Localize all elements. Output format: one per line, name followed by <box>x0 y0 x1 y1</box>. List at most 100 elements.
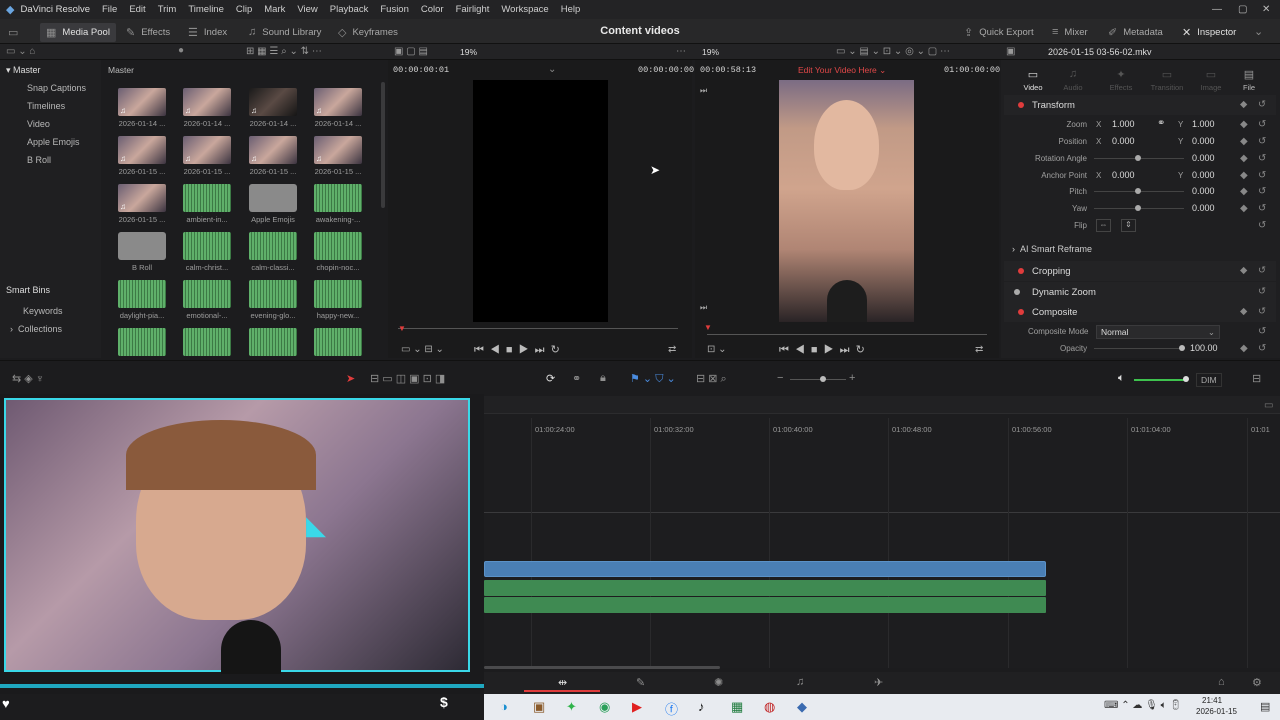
timeline-options-icon[interactable]: ▭ <box>1264 400 1273 411</box>
panel-toggle-icon[interactable]: ▭ <box>8 26 24 39</box>
keyframes-button[interactable]: ◇ Keyframes <box>338 26 398 39</box>
viewer-mode-icons[interactable]: ▣ ▢ ▤ <box>394 46 428 57</box>
file-tab-icon[interactable]: ▤ <box>1237 68 1261 81</box>
reset-icon[interactable]: ↺ <box>1258 153 1266 164</box>
source-zoom[interactable]: 19% <box>460 47 477 57</box>
media-pool-button[interactable]: ▦ Media Pool <box>40 23 116 42</box>
davinci-icon[interactable]: ◆ <box>797 699 807 715</box>
video-clip-thumbnail[interactable]: ♫ <box>314 88 362 116</box>
expand-icon[interactable]: ⌄ <box>1254 25 1269 38</box>
flip-vertical-icon[interactable]: ⇕ <box>1121 219 1136 232</box>
keyframe-icon[interactable]: ◆ <box>1240 119 1248 130</box>
dynamic-zoom-enable-dot[interactable] <box>1014 289 1020 295</box>
flip-horizontal-icon[interactable]: ⇔ <box>1096 219 1111 232</box>
menu-file[interactable]: File <box>102 4 117 15</box>
audio-clip-thumbnail[interactable] <box>314 184 362 212</box>
notification-icon[interactable]: ▤ <box>1260 700 1270 713</box>
mixer-button[interactable]: ≡ Mixer <box>1052 26 1088 38</box>
video-clip-thumbnail[interactable]: ♫ <box>183 88 231 116</box>
snapping-icon[interactable]: ⟳ <box>546 372 555 385</box>
smart-bin-keywords[interactable]: Keywords <box>23 306 63 316</box>
taskbar-app-2[interactable]: ▣ <box>533 699 545 715</box>
audio-clip-thumbnail[interactable] <box>314 280 362 308</box>
tab-audio[interactable]: Audio <box>1061 83 1085 92</box>
link-icon[interactable]: ⚭ <box>572 372 581 385</box>
sound-library-button[interactable]: ♫ Sound Library <box>248 26 321 38</box>
reset-icon[interactable]: ↺ <box>1258 203 1266 214</box>
edit-page-icon[interactable]: ⇹ <box>558 676 567 689</box>
source-dropdown-icon[interactable]: ⌄ <box>548 64 556 75</box>
obs-icon[interactable]: ◍ <box>764 699 775 715</box>
bin-snap-captions[interactable]: Snap Captions <box>27 83 86 93</box>
facebook-icon[interactable]: ⓕ <box>665 699 678 718</box>
dynamic-zoom-section[interactable]: Dynamic Zoom ↺ <box>1004 282 1276 302</box>
volume-knob[interactable] <box>1183 376 1189 382</box>
source-transport-controls[interactable]: ⏮ ◀ ■ ▶ ⏭ ↻ <box>474 343 560 357</box>
reset-icon[interactable]: ↺ <box>1258 136 1266 147</box>
taskbar-app-4[interactable]: ◉ <box>599 699 610 715</box>
index-button[interactable]: ☰ Index <box>188 26 227 39</box>
timeline-scrubber[interactable] <box>707 334 987 335</box>
zoom-icons[interactable]: ⊟ ⊠ ⌕ <box>696 372 727 386</box>
view-mode-icons[interactable]: ⊞ ▦ ☰ ⌕ ⌄ ⇅ ⋯ <box>246 46 322 57</box>
inspector-button[interactable]: ✕ Inspector <box>1182 26 1236 39</box>
source-loop-icon[interactable]: ⇄ <box>668 344 676 355</box>
menu-timeline[interactable]: Timeline <box>188 4 224 15</box>
opacity-keyframe-icon[interactable]: ◆ <box>1240 343 1248 354</box>
zoom-in-icon[interactable]: + <box>849 372 855 384</box>
dynamic-zoom-reset-icon[interactable]: ↺ <box>1258 286 1266 297</box>
maximize-icon[interactable]: ▢ <box>1238 4 1247 15</box>
menu-workspace[interactable]: Workspace <box>501 4 548 15</box>
edit-tools-icons[interactable]: ⊟ ▭ ◫ ▣ ⊡ ◨ <box>370 372 445 385</box>
timeline-loop-icon[interactable]: ⇄ <box>975 344 983 355</box>
bin-timelines[interactable]: Timelines <box>27 101 65 111</box>
reset-icon[interactable]: ↺ <box>1258 99 1266 110</box>
keyframe-icon[interactable]: ◆ <box>1240 136 1248 147</box>
link-icon[interactable]: ⚭ <box>1157 118 1165 129</box>
transform-enable-dot[interactable] <box>1018 102 1024 108</box>
fusion-page-icon[interactable]: ✎ <box>636 676 645 689</box>
tiktok-icon[interactable]: ♪ <box>698 699 705 714</box>
fairlight-page-icon[interactable]: ♫ <box>796 676 804 688</box>
video-clip-thumbnail[interactable]: ♫ <box>249 136 297 164</box>
system-tray-icons[interactable]: ⌨ ⌃ ☁ 🎙︎ 🔈︎ 🔋︎ <box>1104 700 1182 711</box>
video-clip-thumbnail[interactable]: ♫ <box>118 184 166 212</box>
pool-scrollbar[interactable] <box>381 82 385 208</box>
inspector-slider-knob[interactable] <box>1135 188 1141 194</box>
zoom-slider-knob[interactable] <box>820 376 826 382</box>
menu-fusion[interactable]: Fusion <box>380 4 409 15</box>
image-tab-icon[interactable]: ▭ <box>1196 68 1226 81</box>
composite-keyframe-icon[interactable]: ◆ <box>1240 306 1247 317</box>
tab-image[interactable]: Image <box>1196 83 1226 92</box>
source-transport-left[interactable]: ▭ ⌄ ⊟ ⌄ <box>401 344 444 355</box>
composite-enable-dot[interactable] <box>1018 309 1024 315</box>
taskbar-app-1[interactable]: ◑ <box>500 699 508 714</box>
volume-slider[interactable] <box>1134 379 1186 381</box>
zoom-out-icon[interactable]: − <box>777 372 783 384</box>
bin-master[interactable]: ▾ Master <box>6 65 41 76</box>
inspector-slider-knob[interactable] <box>1135 205 1141 211</box>
video-clip[interactable] <box>484 561 1046 577</box>
source-playhead[interactable]: ▼ <box>398 324 406 333</box>
timeline-playhead[interactable]: ▼ <box>704 323 712 332</box>
bin-folder-thumbnail[interactable] <box>249 184 297 212</box>
close-icon[interactable]: ✕ <box>1262 4 1270 15</box>
timeline-name[interactable]: Edit Your Video Here ⌄ <box>798 65 886 76</box>
bin-apple-emojis[interactable]: Apple Emojis <box>27 137 80 147</box>
home-icon[interactable]: ⌂ <box>1218 676 1225 688</box>
minimize-icon[interactable]: — <box>1212 4 1222 15</box>
keyframe-icon[interactable]: ◆ <box>1240 99 1247 110</box>
layout-icon[interactable]: ▭ ⌄ ⌂ <box>6 46 35 57</box>
audio-clip-thumbnail[interactable] <box>118 328 166 356</box>
settings-icon[interactable]: ⚙ <box>1252 676 1262 689</box>
opacity-slider-track[interactable] <box>1094 348 1184 349</box>
timeline-view-icons[interactable]: ⇆ ◈ ♆ <box>12 372 44 385</box>
thumb-size-slider[interactable]: ● <box>178 45 184 56</box>
in-point-icon[interactable]: ⏭ <box>700 86 707 96</box>
menu-view[interactable]: View <box>297 4 317 15</box>
keyframe-icon[interactable]: ◆ <box>1240 186 1248 197</box>
inspector-value[interactable]: 0.000 <box>1192 203 1215 213</box>
video-clip-thumbnail[interactable]: ♫ <box>118 88 166 116</box>
video-tab-icon[interactable]: ▭ <box>1021 68 1045 81</box>
keyframe-icon[interactable]: ◆ <box>1240 153 1248 164</box>
